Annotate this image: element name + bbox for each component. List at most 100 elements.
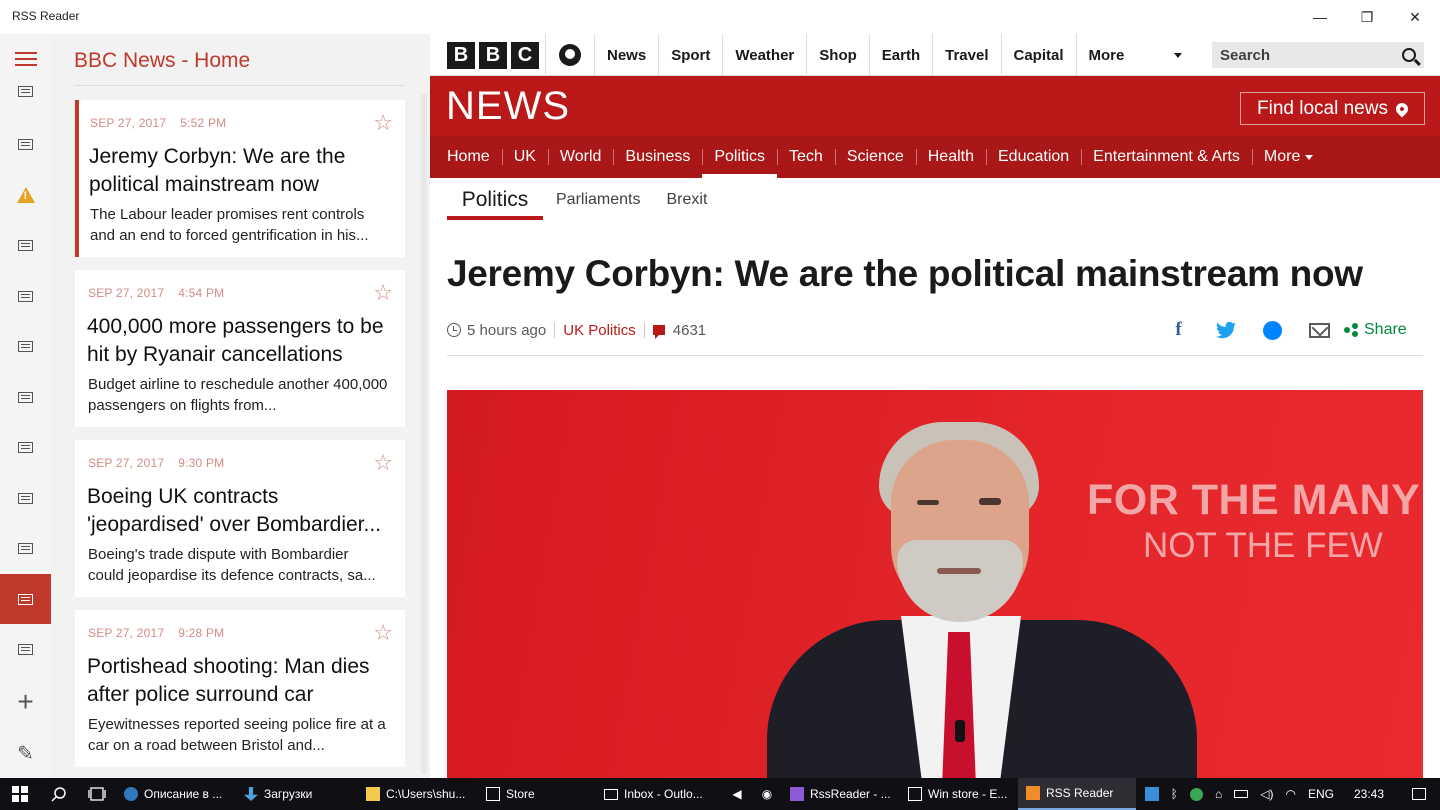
article-card[interactable]: SEP 27, 2017 5:52 PM ☆ Jeremy Corbyn: We … [75, 100, 405, 257]
taskbar-app-edge[interactable]: Описание в ... [116, 778, 236, 810]
security-button[interactable] [1184, 778, 1209, 810]
section-health[interactable]: Health [915, 136, 986, 178]
top-nav-news[interactable]: News [595, 34, 660, 76]
taskbar-app-downloads[interactable]: Загрузки [236, 778, 358, 810]
taskbar-app-explorer[interactable]: C:\Users\shu... [358, 778, 478, 810]
minimize-button[interactable]: — [1296, 0, 1344, 34]
start-button[interactable] [0, 778, 40, 810]
article-summary: Eyewitnesses reported seeing police fire… [88, 716, 386, 754]
network-status-button[interactable]: ⌂ [1209, 778, 1228, 810]
edit-feeds-button[interactable]: ✎ [0, 728, 51, 778]
top-nav-shop[interactable]: Shop [807, 34, 870, 76]
star-icon[interactable]: ☆ [373, 620, 393, 646]
article-topic-link[interactable]: UK Politics [563, 322, 636, 339]
pencil-icon: ✎ [17, 742, 34, 765]
news-wordmark[interactable]: NEWS [446, 84, 570, 129]
email-button[interactable] [1296, 317, 1343, 343]
star-icon[interactable]: ☆ [373, 110, 393, 136]
account-button[interactable] [545, 34, 595, 76]
section-entertainment-arts[interactable]: Entertainment & Arts [1081, 136, 1252, 178]
article-meta: SEP 27, 2017 4:54 PM [88, 286, 224, 300]
language-indicator[interactable]: ENG [1302, 778, 1340, 810]
rail-feed-8[interactable] [0, 473, 51, 523]
system-tray: ᛒ ⌂ ◁) ◠ ENG 23:43 [1139, 778, 1440, 810]
twitter-button[interactable] [1202, 317, 1249, 343]
rail-feed-5[interactable] [0, 321, 51, 371]
taskbar-app-media[interactable]: ◀ [722, 778, 752, 810]
search-icon[interactable] [1402, 48, 1416, 62]
add-feed-button[interactable]: + [0, 677, 51, 727]
feed-icon [18, 492, 33, 504]
rail-feed-2[interactable] [0, 119, 51, 169]
taskbar-app-label: Описание в ... [144, 787, 223, 801]
star-icon[interactable]: ☆ [373, 450, 393, 476]
section-uk[interactable]: UK [501, 136, 548, 178]
rail-feed-warning[interactable] [0, 170, 51, 220]
section-more[interactable]: More [1251, 136, 1325, 178]
maximize-button[interactable]: ❐ [1343, 0, 1391, 34]
subnav-brexit[interactable]: Brexit [653, 178, 720, 222]
rss-icon [1026, 786, 1040, 800]
top-nav-more[interactable]: More [1077, 34, 1194, 76]
subnav-politics[interactable]: Politics [447, 178, 543, 222]
taskbar-app-visual-studio[interactable]: RssReader - ... [782, 778, 900, 810]
article-card[interactable]: SEP 27, 2017 9:28 PM ☆ Portishead shootin… [75, 610, 405, 767]
bluetooth-button[interactable]: ᛒ [1165, 778, 1184, 810]
section-politics[interactable]: Politics [702, 136, 777, 178]
wifi-button[interactable]: ◠ [1279, 778, 1301, 810]
battery-button[interactable] [1228, 778, 1254, 810]
task-view-button[interactable] [78, 778, 116, 810]
comment-count[interactable]: 4631 [673, 322, 706, 339]
top-nav-travel[interactable]: Travel [933, 34, 1002, 76]
messenger-button[interactable] [1249, 317, 1296, 343]
taskbar-app-outlook[interactable]: Inbox - Outlo... [596, 778, 722, 810]
taskbar-app-rss-reader[interactable]: RSS Reader [1018, 778, 1136, 810]
top-nav-earth[interactable]: Earth [870, 34, 934, 76]
article-summary: Budget airline to reschedule another 400… [88, 376, 388, 414]
rail-feed-bbc-active[interactable] [0, 574, 51, 624]
taskbar-app-cat[interactable]: ◉ [752, 778, 782, 810]
bbc-logo[interactable]: B B C [447, 42, 539, 69]
star-icon[interactable]: ☆ [373, 280, 393, 306]
article-card[interactable]: SEP 27, 2017 4:54 PM ☆ 400,000 more passe… [75, 270, 405, 427]
section-home[interactable]: Home [435, 136, 502, 178]
action-center-button[interactable] [1398, 778, 1440, 810]
close-button[interactable]: ✕ [1391, 0, 1439, 34]
section-science[interactable]: Science [834, 136, 916, 178]
section-tech[interactable]: Tech [777, 136, 835, 178]
rail-feed-3[interactable] [0, 220, 51, 270]
rail-feed-7[interactable] [0, 422, 51, 472]
taskbar-app-store[interactable]: Store [478, 778, 596, 810]
article-hero-image[interactable]: FOR THE MANY NOT THE FEW [447, 390, 1423, 778]
bbc-logo-letter: C [511, 42, 539, 69]
subnav-parliaments[interactable]: Parliaments [543, 178, 653, 222]
rail-feed-4[interactable] [0, 271, 51, 321]
article-card[interactable]: SEP 27, 2017 9:30 PM ☆ Boeing UK contract… [75, 440, 405, 597]
top-nav-capital[interactable]: Capital [1002, 34, 1077, 76]
rail-feed-10[interactable] [0, 624, 51, 674]
clock[interactable]: 23:43 [1340, 778, 1398, 810]
tray-app-icon[interactable] [1139, 778, 1165, 810]
share-icon [1344, 323, 1358, 337]
volume-button[interactable]: ◁) [1254, 778, 1279, 810]
search-input[interactable]: Search [1212, 42, 1424, 68]
rail-feed-9[interactable] [0, 523, 51, 573]
twitter-icon [1215, 321, 1236, 338]
cat-icon: ◉ [761, 787, 773, 801]
facebook-icon[interactable]: f [1155, 317, 1202, 343]
section-world[interactable]: World [547, 136, 614, 178]
taskbar-app-notepad[interactable]: Win store - E... [900, 778, 1018, 810]
top-nav-sport[interactable]: Sport [659, 34, 724, 76]
rail-feed-1[interactable] [0, 69, 51, 113]
rail-feed-6[interactable] [0, 372, 51, 422]
section-education[interactable]: Education [986, 136, 1081, 178]
top-nav-weather[interactable]: Weather [723, 34, 808, 76]
article-headline: 400,000 more passengers to be hit by Rya… [87, 315, 384, 366]
share-button[interactable]: Share [1344, 317, 1407, 343]
search-button[interactable] [40, 778, 78, 810]
feed-scrollbar[interactable] [421, 94, 427, 774]
article-meta: SEP 27, 2017 9:28 PM [88, 626, 224, 640]
network-icon: ⌂ [1214, 787, 1223, 801]
section-business[interactable]: Business [613, 136, 702, 178]
find-local-news-button[interactable]: Find local news [1240, 92, 1425, 125]
